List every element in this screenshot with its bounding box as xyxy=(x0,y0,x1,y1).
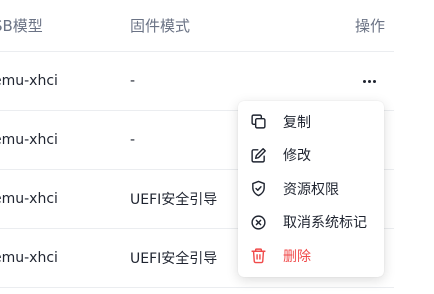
cell-firmware: UEFI安全引导 xyxy=(130,251,218,267)
menu-item-label: 取消系统标记 xyxy=(283,215,367,232)
cell-firmware: - xyxy=(130,132,136,148)
trash-icon xyxy=(249,247,267,265)
menu-item-permissions[interactable]: 资源权限 xyxy=(238,172,384,206)
menu-item-edit[interactable]: 修改 xyxy=(238,139,384,173)
cell-firmware: - xyxy=(130,73,136,89)
actions-dropdown-menu: 复制 修改 资源权限 取消系统标记 删除 xyxy=(238,101,384,277)
cell-firmware: UEFI安全引导 xyxy=(130,192,218,208)
header-firmware: 固件模式 xyxy=(130,17,191,35)
menu-item-unmark-system[interactable]: 取消系统标记 xyxy=(238,206,384,240)
edit-icon xyxy=(249,146,267,164)
copy-icon xyxy=(249,113,267,131)
header-actions: 操作 xyxy=(355,17,386,35)
page: SB模型 固件模式 操作 emu-xhci - emu-xhci - emu-x… xyxy=(0,0,434,294)
cell-model: emu-xhci xyxy=(0,250,58,266)
menu-item-label: 删除 xyxy=(283,248,311,265)
cell-model: emu-xhci xyxy=(0,132,58,148)
close-circle-icon xyxy=(249,213,267,231)
menu-item-copy[interactable]: 复制 xyxy=(238,105,384,139)
cell-model: emu-xhci xyxy=(0,191,58,207)
menu-item-delete[interactable]: 删除 xyxy=(238,239,384,273)
shield-icon xyxy=(249,180,267,198)
table-header: SB模型 固件模式 操作 xyxy=(0,0,394,52)
header-model: SB模型 xyxy=(0,17,43,35)
cell-model: emu-xhci xyxy=(0,73,58,89)
more-icon xyxy=(362,79,376,83)
menu-item-label: 复制 xyxy=(283,114,311,131)
menu-item-label: 资源权限 xyxy=(283,181,339,198)
menu-item-label: 修改 xyxy=(283,148,311,165)
